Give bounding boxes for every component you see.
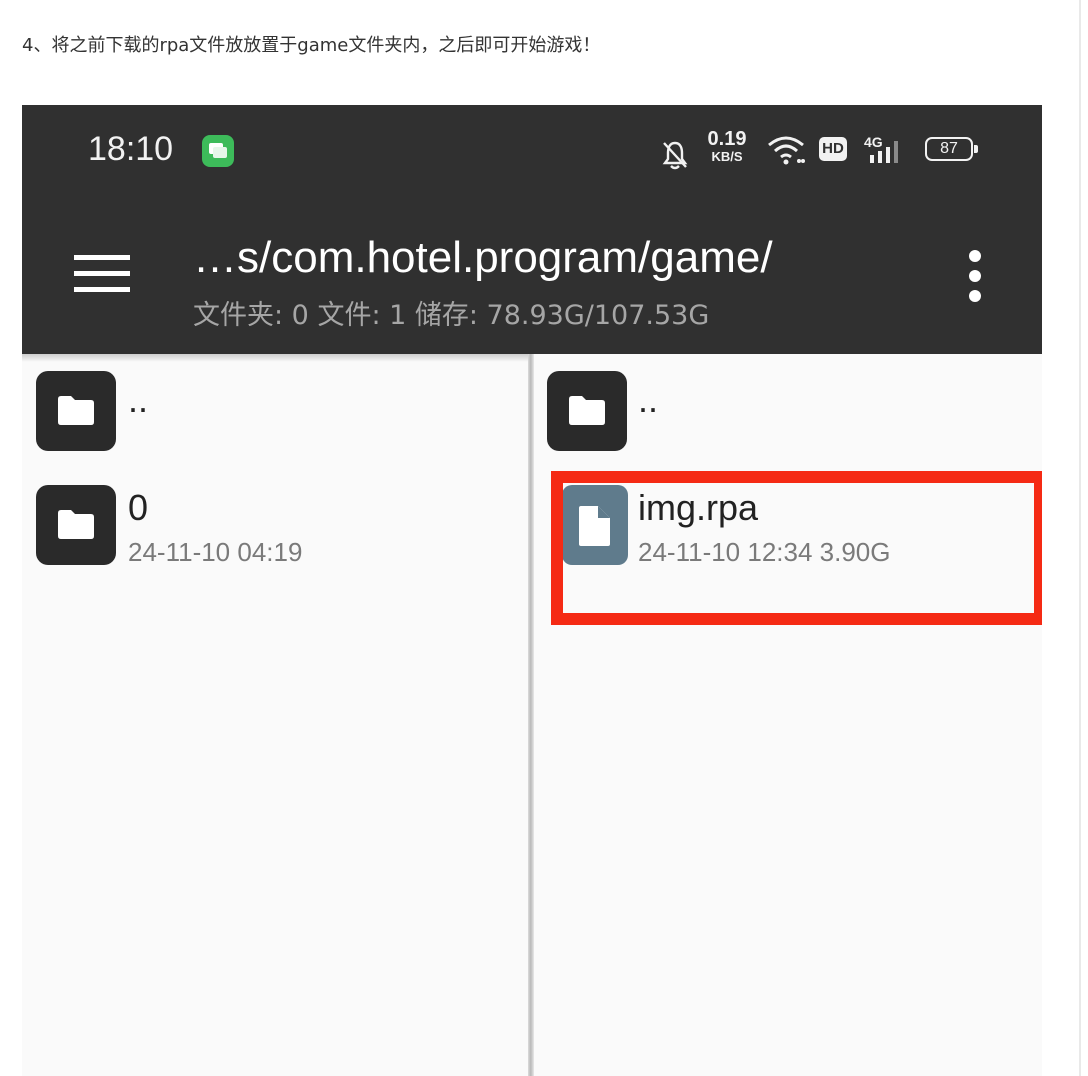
storage-stats: 文件夹: 0 文件: 1 储存: 78.93G/107.53G bbox=[193, 300, 710, 331]
phone-screenshot: 18:10 0.19 KB/S HD 4G 87 …s/com.hotel.pr… bbox=[22, 105, 1042, 1076]
wifi-icon bbox=[768, 136, 805, 165]
app-bar: 18:10 0.19 KB/S HD 4G 87 …s/com.hotel.pr… bbox=[22, 105, 1042, 354]
left-item-0-name[interactable]: 0 bbox=[128, 487, 148, 529]
status-time: 18:10 bbox=[88, 130, 174, 168]
battery-tip bbox=[974, 145, 978, 153]
net-speed-unit: KB/S bbox=[711, 149, 743, 164]
battery-level: 87 bbox=[940, 140, 958, 157]
instruction-text: 4、将之前下载的rpa文件放放置于game文件夹内，之后即可开始游戏！ bbox=[22, 35, 601, 56]
left-file-pane bbox=[22, 354, 530, 1076]
left-item-0-meta: 24-11-10 04:19 bbox=[128, 537, 303, 567]
left-item-parent-name[interactable]: .. bbox=[128, 379, 148, 421]
menu-icon[interactable] bbox=[74, 255, 130, 295]
net-speed-value: 0.19 bbox=[707, 128, 747, 150]
appbar-shadow bbox=[22, 354, 528, 362]
red-highlight-box bbox=[551, 471, 1042, 625]
chat-app-icon bbox=[202, 135, 234, 167]
right-item-parent-name[interactable]: .. bbox=[638, 379, 658, 421]
folder-icon[interactable] bbox=[547, 371, 627, 451]
more-vert-icon[interactable] bbox=[965, 249, 985, 303]
signal-label: 4G bbox=[864, 134, 883, 150]
battery-icon: 87 bbox=[925, 137, 973, 161]
folder-icon[interactable] bbox=[36, 371, 116, 451]
folder-icon[interactable] bbox=[36, 485, 116, 565]
signal-icon: 4G bbox=[864, 134, 898, 163]
hd-icon: HD bbox=[819, 137, 847, 161]
bell-muted-icon bbox=[662, 141, 688, 170]
net-speed: 0.19 KB/S bbox=[704, 129, 750, 163]
page-scrollbar-edge bbox=[1079, 0, 1081, 1076]
current-path: …s/com.hotel.program/game/ bbox=[193, 233, 773, 282]
right-file-pane bbox=[534, 354, 1042, 1076]
